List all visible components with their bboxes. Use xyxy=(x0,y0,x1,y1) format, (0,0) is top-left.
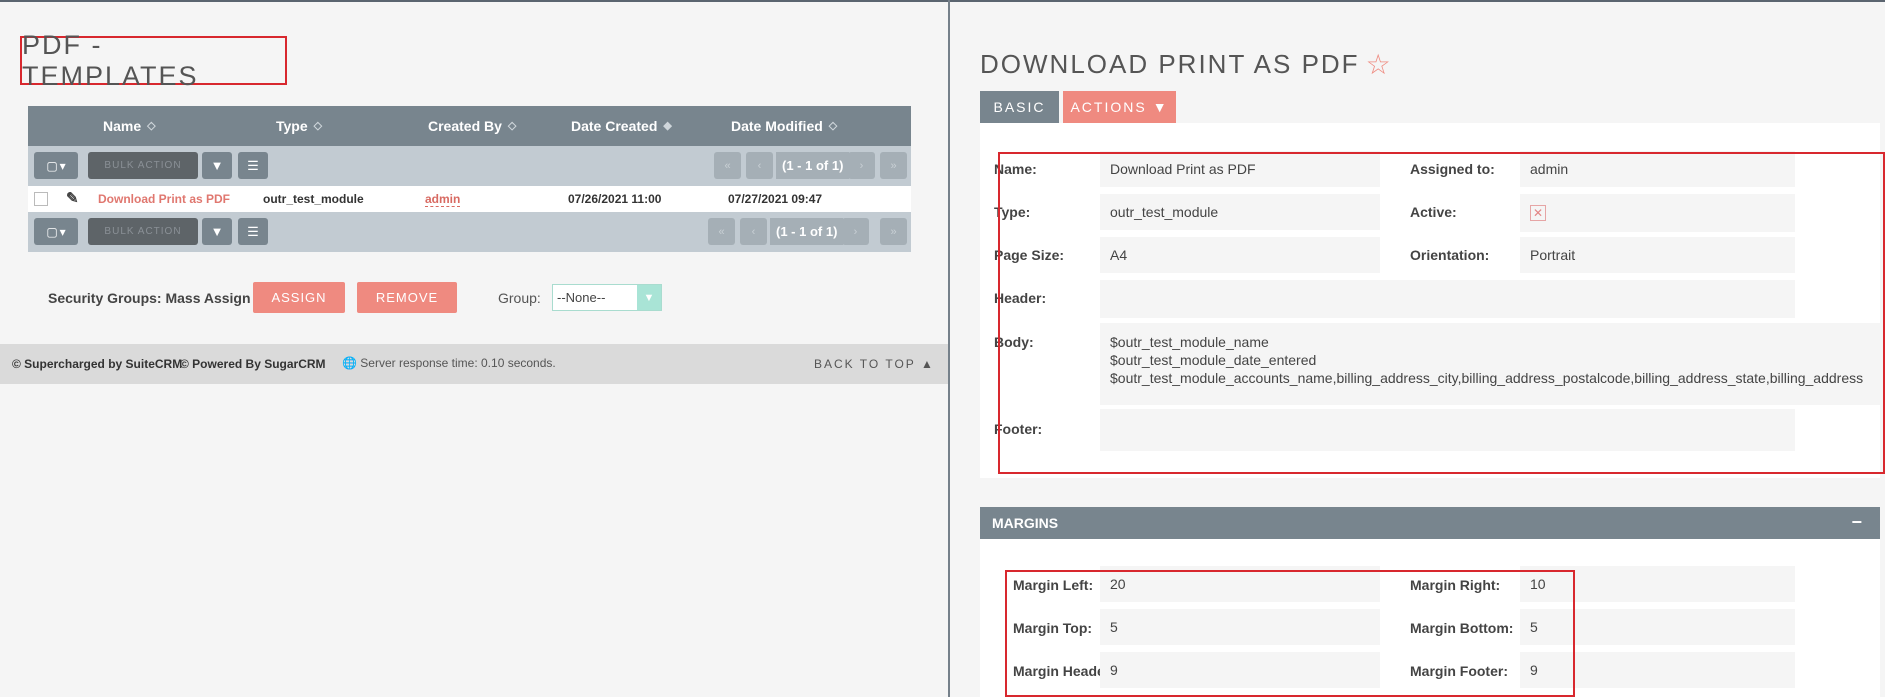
filter-icon: ▼ xyxy=(210,224,224,239)
remove-button[interactable]: REMOVE xyxy=(357,282,457,313)
sort-icon[interactable]: ◇ xyxy=(314,120,322,132)
filter-button[interactable]: ▼ xyxy=(202,218,232,245)
list-header: Name ◇ Type ◇ Created By ◇ Date Created ◆ Da… xyxy=(28,106,911,146)
detail-title-text: DOWNLOAD PRINT AS PDF xyxy=(980,49,1360,79)
col-created-by-label: Created By xyxy=(428,118,502,134)
col-type-label: Type xyxy=(276,118,308,134)
next-page-button[interactable]: › xyxy=(842,218,869,245)
prev-page-button[interactable]: ‹ xyxy=(740,218,767,245)
column-chooser-button[interactable]: ☰ xyxy=(238,152,268,179)
col-created-by[interactable]: Created By ◇ xyxy=(428,118,516,134)
select-all-dropdown[interactable]: ▢ ▾ xyxy=(34,218,78,245)
supercharged-link[interactable]: © Supercharged by SuiteCRM xyxy=(12,357,182,371)
screen: PDF - TEMPLATES Name ◇ Type ◇ Created By ◇ … xyxy=(0,0,1885,697)
powered-link[interactable]: © Powered By SugarCRM xyxy=(180,357,326,371)
chevron-down-icon: ▼ xyxy=(637,285,661,310)
select-all-dropdown[interactable]: ▢ ▾ xyxy=(34,152,78,179)
row-checkbox[interactable] xyxy=(34,192,48,206)
bulk-action-button[interactable]: BULK ACTION xyxy=(88,152,198,179)
col-type[interactable]: Type ◇ xyxy=(276,118,322,134)
list-icon: ☰ xyxy=(247,223,259,239)
row-date-created: 07/26/2021 11:00 xyxy=(568,192,662,206)
checkbox-icon: ▢ xyxy=(46,158,58,173)
sort-icon[interactable]: ◇ xyxy=(508,120,516,132)
last-page-button[interactable]: » xyxy=(880,152,907,179)
sort-desc-icon[interactable]: ◆ xyxy=(663,120,671,132)
checkbox-icon: ▢ xyxy=(46,224,58,239)
col-date-created-label: Date Created xyxy=(571,118,658,134)
list-toolbar-bottom: ▢ ▾ BULK ACTION ▼ ☰ « ‹ (1 - 1 of 1) › » xyxy=(28,212,911,252)
sort-icon[interactable]: ◇ xyxy=(147,120,155,132)
table-row: ✎ Download Print as PDF outr_test_module… xyxy=(28,186,911,212)
row-date-modified: 07/27/2021 09:47 xyxy=(728,192,823,206)
sort-icon[interactable]: ◇ xyxy=(829,120,837,132)
group-select[interactable]: --None-- ▼ xyxy=(552,284,662,311)
caret-up-icon: ▲ xyxy=(920,357,935,371)
list-view-panel: PDF - TEMPLATES Name ◇ Type ◇ Created By ◇ … xyxy=(0,2,948,697)
actions-dropdown[interactable]: ACTIONS ▼ xyxy=(1063,91,1176,123)
page-count: (1 - 1 of 1) xyxy=(770,218,844,245)
col-name[interactable]: Name ◇ xyxy=(103,118,156,134)
security-groups-label: Security Groups: Mass Assign xyxy=(48,290,251,306)
page-title: PDF - TEMPLATES xyxy=(22,29,199,91)
security-groups-mass-assign: Security Groups: Mass Assign ASSIGN REMO… xyxy=(48,282,748,314)
list-icon: ☰ xyxy=(247,157,259,173)
bulk-action-button[interactable]: BULK ACTION xyxy=(88,218,198,245)
page-title-highlight: PDF - TEMPLATES xyxy=(20,30,287,91)
globe-icon: 🌐 xyxy=(342,356,357,370)
col-date-modified-label: Date Modified xyxy=(731,118,823,134)
detail-title: DOWNLOAD PRINT AS PDF ☆ xyxy=(980,48,1393,81)
first-page-button[interactable]: « xyxy=(708,218,735,245)
row-created-by-link[interactable]: admin xyxy=(425,192,461,207)
pencil-icon[interactable]: ✎ xyxy=(66,189,79,207)
prev-page-button[interactable]: ‹ xyxy=(746,152,773,179)
server-response: 🌐 Server response time: 0.10 seconds. xyxy=(342,356,556,370)
page-count: (1 - 1 of 1) xyxy=(776,152,850,179)
actions-label: ACTIONS xyxy=(1070,99,1147,115)
row-name-link[interactable]: Download Print as PDF xyxy=(98,192,230,206)
server-response-text: Server response time: 0.10 seconds. xyxy=(360,356,556,370)
tab-basic[interactable]: BASIC xyxy=(980,91,1059,123)
assign-button[interactable]: ASSIGN xyxy=(253,282,345,313)
chevron-down-icon: ▾ xyxy=(59,224,66,239)
column-chooser-button[interactable]: ☰ xyxy=(238,218,268,245)
list-toolbar-top: ▢ ▾ BULK ACTION ▼ ☰ « ‹ (1 - 1 of 1) › » xyxy=(28,146,911,186)
last-page-button[interactable]: » xyxy=(880,218,907,245)
row-type: outr_test_module xyxy=(263,192,364,206)
col-name-label: Name xyxy=(103,118,142,134)
col-date-modified[interactable]: Date Modified ◇ xyxy=(731,118,837,134)
chevron-down-icon: ▾ xyxy=(59,158,66,173)
group-select-value: --None-- xyxy=(557,290,606,305)
star-icon[interactable]: ☆ xyxy=(1366,48,1393,81)
filter-button[interactable]: ▼ xyxy=(202,152,232,179)
fields-highlight-box xyxy=(998,152,1885,474)
back-to-top-label: BACK TO TOP xyxy=(814,357,916,371)
collapse-icon[interactable]: − xyxy=(1851,512,1862,533)
footer: © Supercharged by SuiteCRM © Powered By … xyxy=(0,344,948,384)
next-page-button[interactable]: › xyxy=(848,152,875,179)
group-label: Group: xyxy=(498,290,541,306)
first-page-button[interactable]: « xyxy=(714,152,741,179)
filter-icon: ▼ xyxy=(210,158,224,173)
margins-title: MARGINS xyxy=(992,515,1059,531)
back-to-top-link[interactable]: BACK TO TOP ▲ xyxy=(814,357,935,371)
list-table: Name ◇ Type ◇ Created By ◇ Date Created ◆ Da… xyxy=(28,106,911,252)
col-date-created[interactable]: Date Created ◆ xyxy=(571,118,672,134)
margins-panel-header[interactable]: MARGINS − xyxy=(980,507,1880,539)
margins-highlight-box xyxy=(1005,570,1575,697)
detail-view-panel: DOWNLOAD PRINT AS PDF ☆ BASIC ACTIONS ▼ … xyxy=(950,2,1885,697)
caret-down-icon: ▼ xyxy=(1152,99,1169,115)
